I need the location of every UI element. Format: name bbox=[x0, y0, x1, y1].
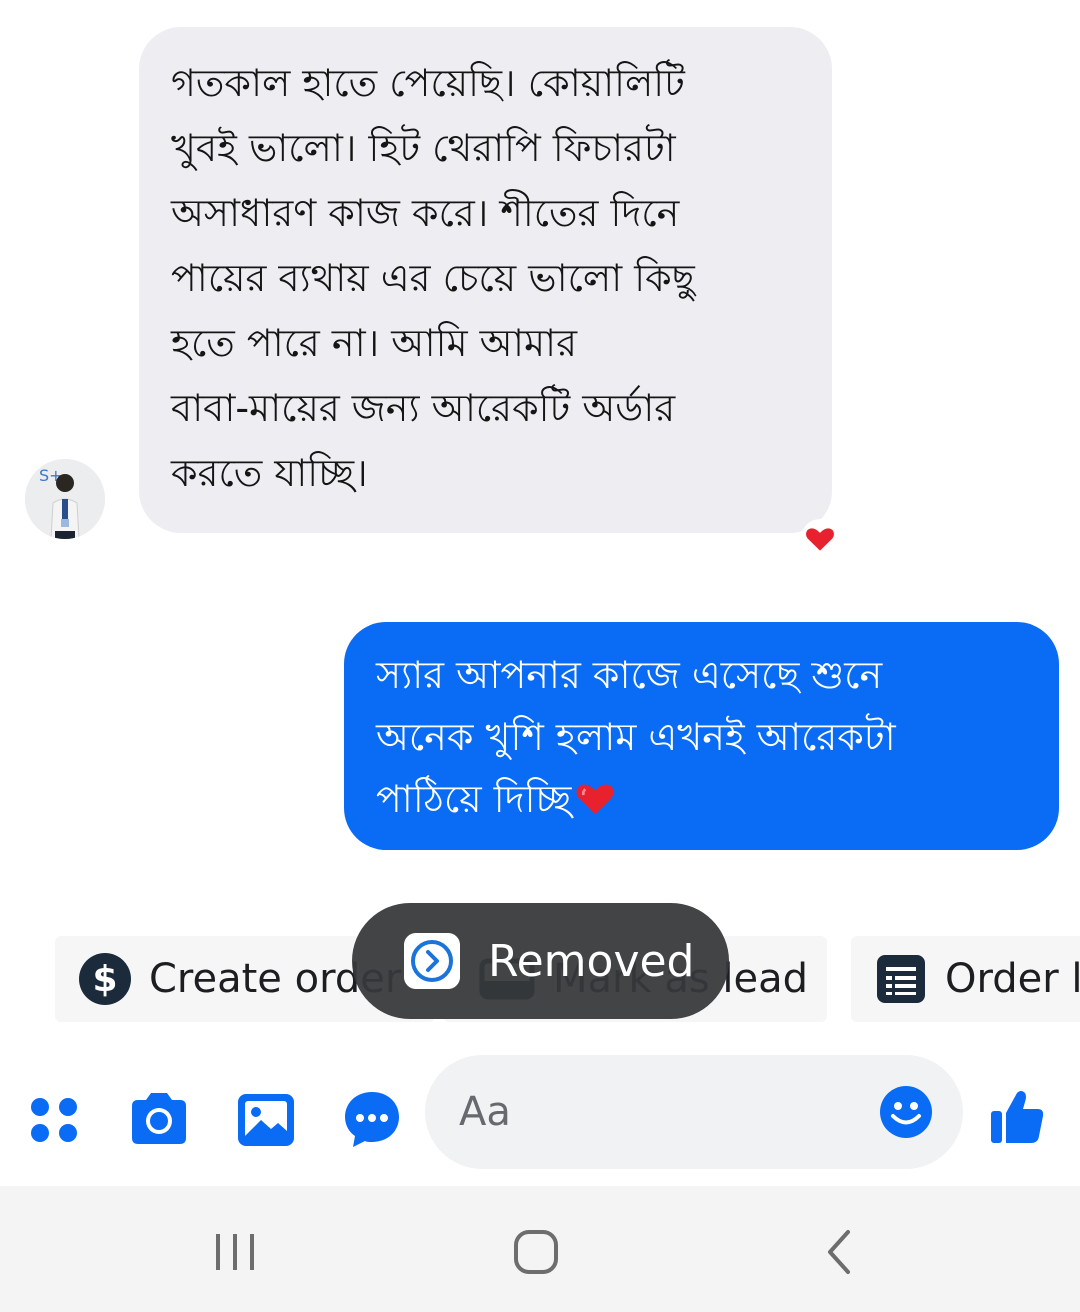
emoji-icon[interactable] bbox=[879, 1085, 933, 1139]
menu-dots-icon[interactable] bbox=[27, 1088, 89, 1150]
outgoing-message-bubble[interactable]: স্যার আপনার কাজে এসেছে শুনে অনেক খুশি হল… bbox=[344, 622, 1059, 850]
incoming-message-bubble[interactable]: গতকাল হাতে পেয়েছি। কোয়ালিটি খুবই ভালো।… bbox=[139, 27, 832, 533]
recent-apps-icon[interactable] bbox=[210, 1222, 260, 1282]
chat-bubble-icon[interactable] bbox=[341, 1088, 403, 1150]
camera-icon[interactable] bbox=[128, 1088, 190, 1150]
heart-emoji-icon bbox=[576, 784, 614, 815]
toast-label: Removed bbox=[488, 935, 695, 987]
screen-recorder-icon bbox=[404, 933, 460, 989]
heart-reaction-icon[interactable] bbox=[801, 519, 839, 557]
removed-toast: Removed bbox=[352, 903, 729, 1019]
gallery-icon[interactable] bbox=[235, 1088, 297, 1150]
order-list-chip[interactable]: Order l bbox=[851, 936, 1080, 1022]
order-label: Order l bbox=[945, 956, 1080, 1002]
message-composer[interactable] bbox=[425, 1055, 963, 1169]
contact-avatar[interactable]: S+ bbox=[25, 459, 105, 539]
like-thumb-icon[interactable] bbox=[988, 1087, 1046, 1145]
message-input[interactable] bbox=[457, 1088, 841, 1136]
home-icon[interactable] bbox=[510, 1222, 562, 1282]
outgoing-message-text: স্যার আপনার কাজে এসেছে শুনে অনেক খুশি হল… bbox=[376, 653, 896, 821]
back-icon[interactable] bbox=[818, 1222, 858, 1282]
list-icon bbox=[877, 955, 925, 1003]
dollar-icon: $ bbox=[79, 953, 131, 1005]
incoming-message-text: গতকাল হাতে পেয়েছি। কোয়ালিটি খুবই ভালো।… bbox=[171, 61, 695, 495]
